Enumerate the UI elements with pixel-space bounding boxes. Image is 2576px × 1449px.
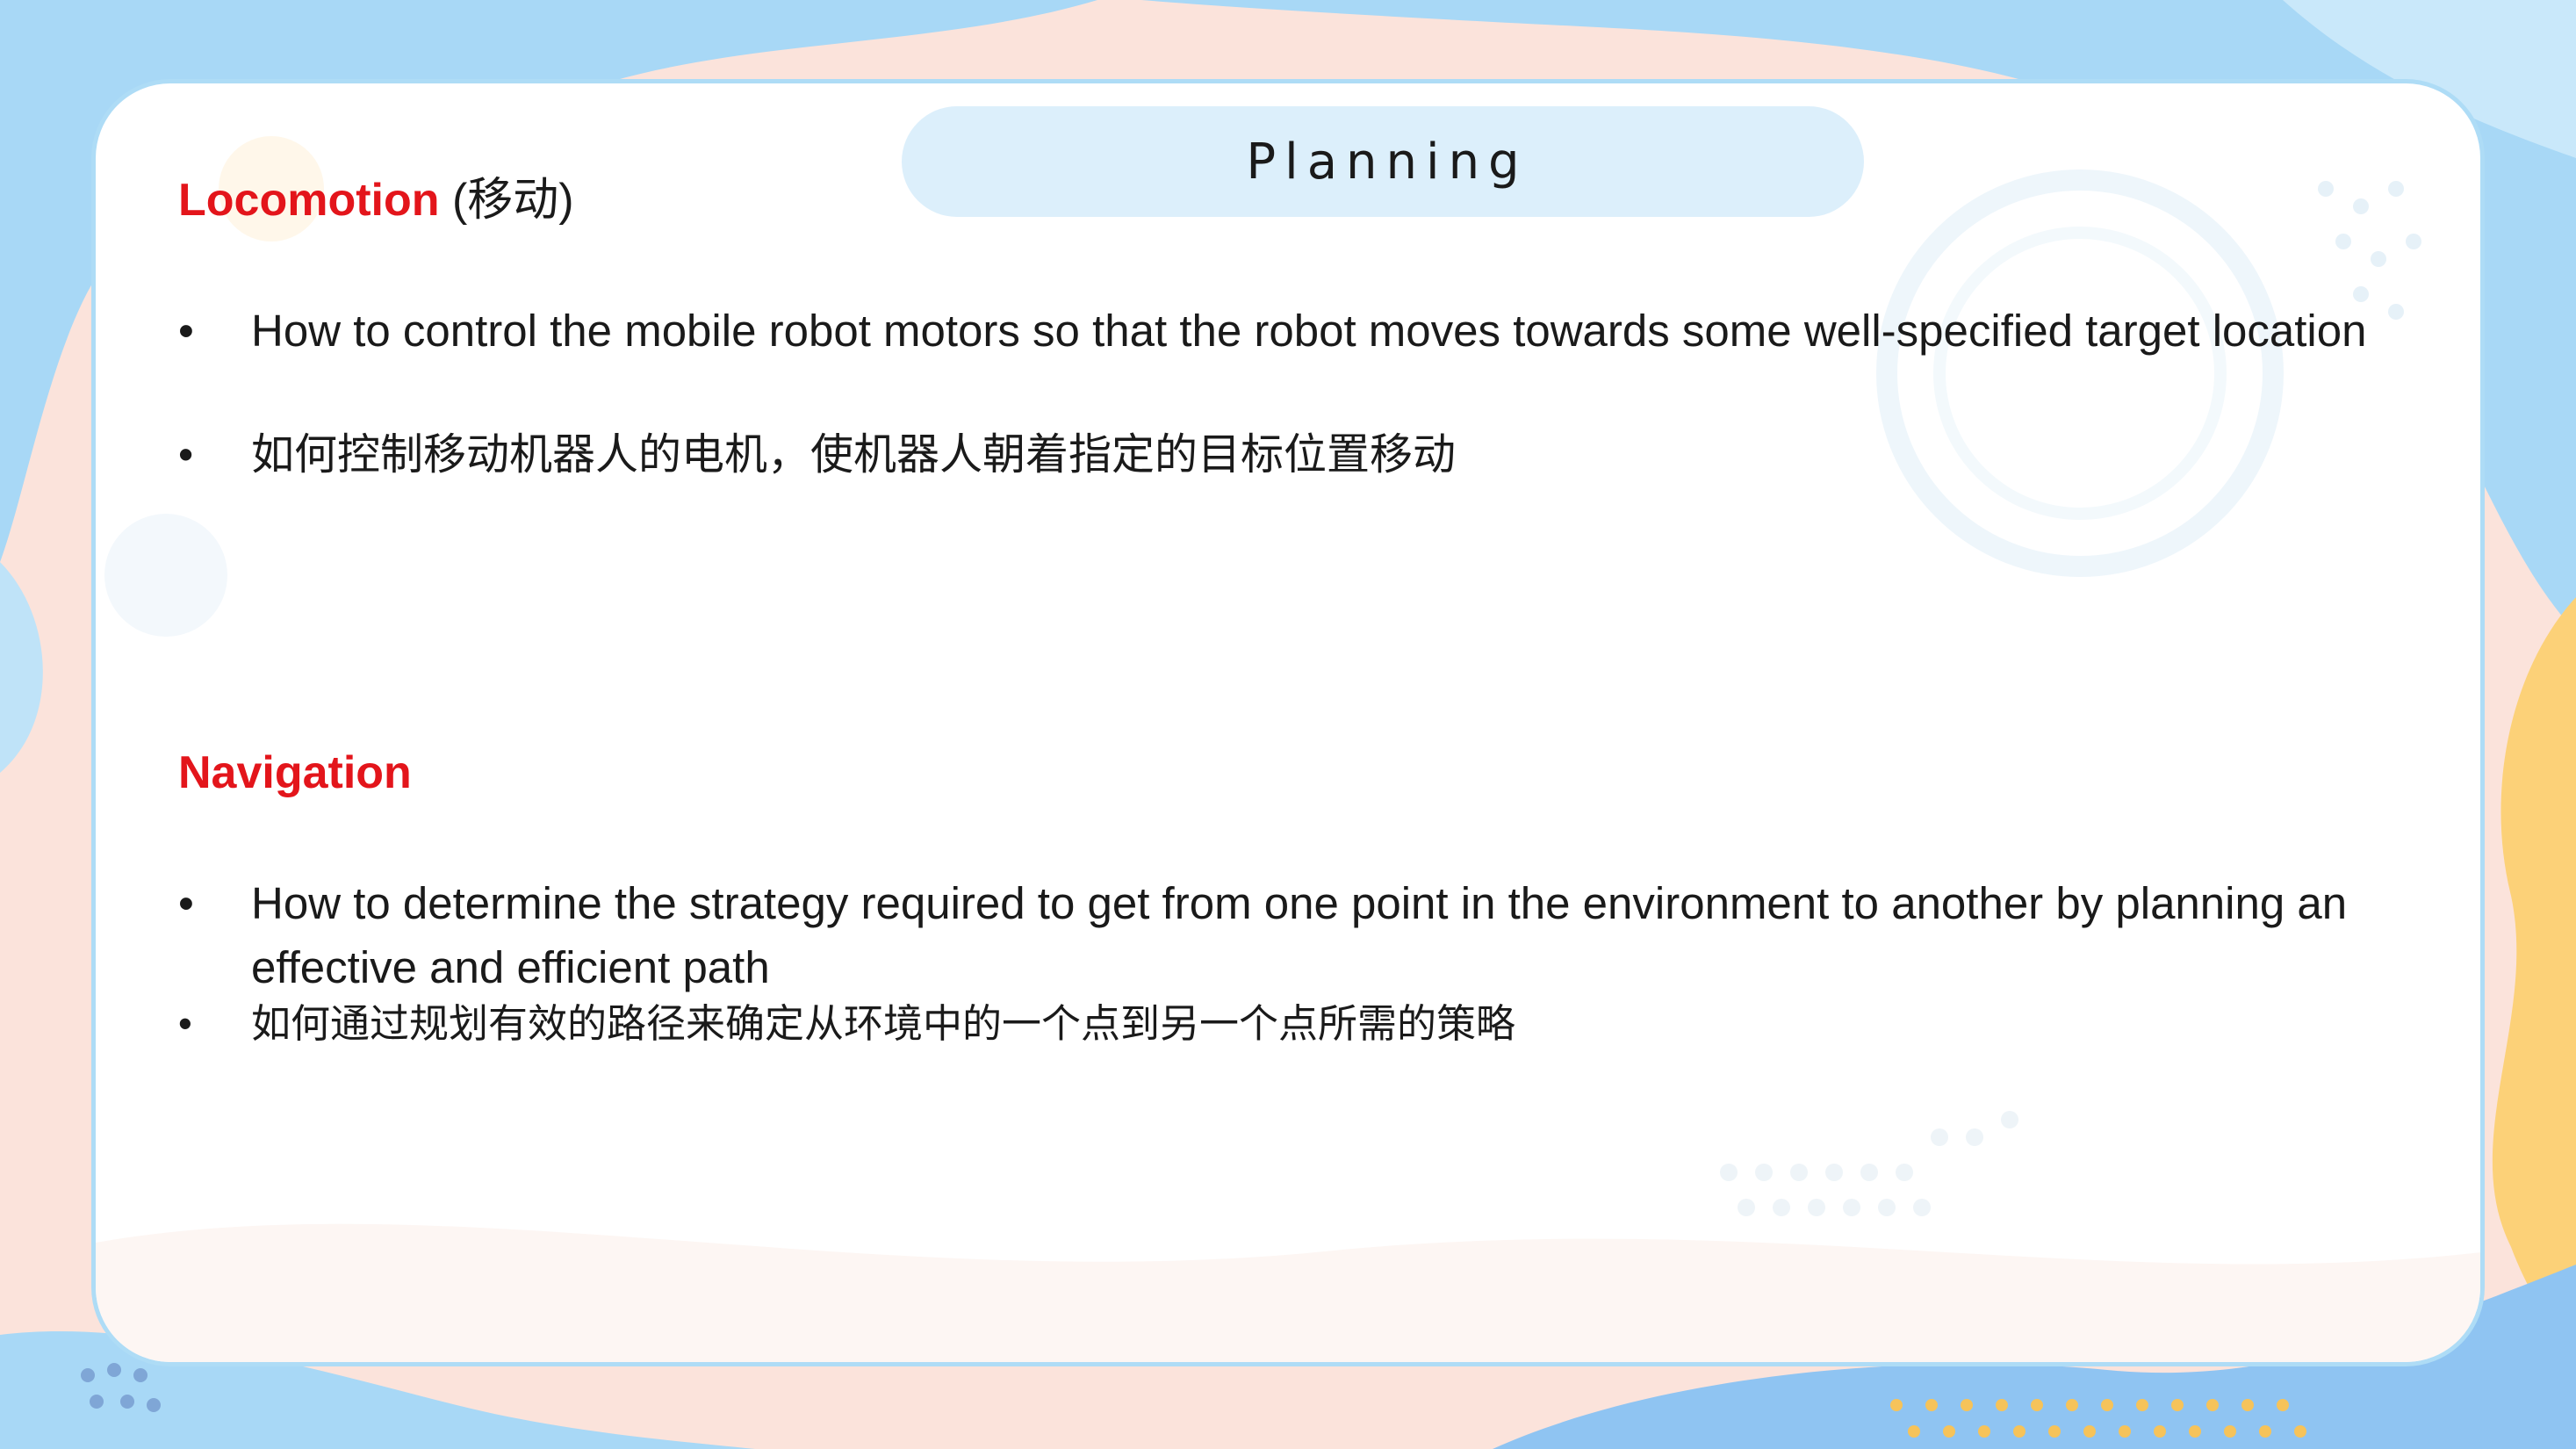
bullet-text: How to determine the strategy required t… bbox=[251, 878, 2348, 992]
heading-keyword: Navigation bbox=[178, 747, 412, 798]
section-heading-navigation: Navigation bbox=[178, 745, 412, 801]
list-item: • 如何通过规划有效的路径来确定从环境中的一个点到另一个点所需的策略 bbox=[178, 999, 2373, 1049]
bullet-icon: • bbox=[178, 431, 194, 479]
bullet-icon: • bbox=[178, 878, 194, 928]
bullet-text: 如何通过规划有效的路径来确定从环境中的一个点到另一个点所需的策略 bbox=[251, 1001, 1516, 1046]
list-item: • 如何控制移动机器人的电机，使机器人朝着指定的目标位置移动 bbox=[178, 429, 2373, 481]
bullet-icon: • bbox=[178, 306, 194, 356]
bullet-text: How to control the mobile robot motors s… bbox=[251, 306, 2367, 356]
card-decoration bbox=[96, 136, 2480, 1362]
slide-title: Planning bbox=[1246, 133, 1529, 191]
bullet-text: 如何控制移动机器人的电机，使机器人朝着指定的目标位置移动 bbox=[251, 431, 1457, 479]
title-pill: Planning bbox=[902, 106, 1864, 217]
list-item: • How to control the mobile robot motors… bbox=[178, 299, 2373, 363]
bullet-icon: • bbox=[178, 1001, 192, 1046]
section-heading-locomotion: Locomotion (移动) bbox=[178, 172, 574, 228]
list-item: • How to determine the strategy required… bbox=[178, 871, 2373, 999]
heading-keyword: Locomotion bbox=[178, 175, 440, 226]
heading-note: (移动) bbox=[439, 175, 574, 226]
slide-card: Planning bbox=[91, 79, 2485, 1366]
